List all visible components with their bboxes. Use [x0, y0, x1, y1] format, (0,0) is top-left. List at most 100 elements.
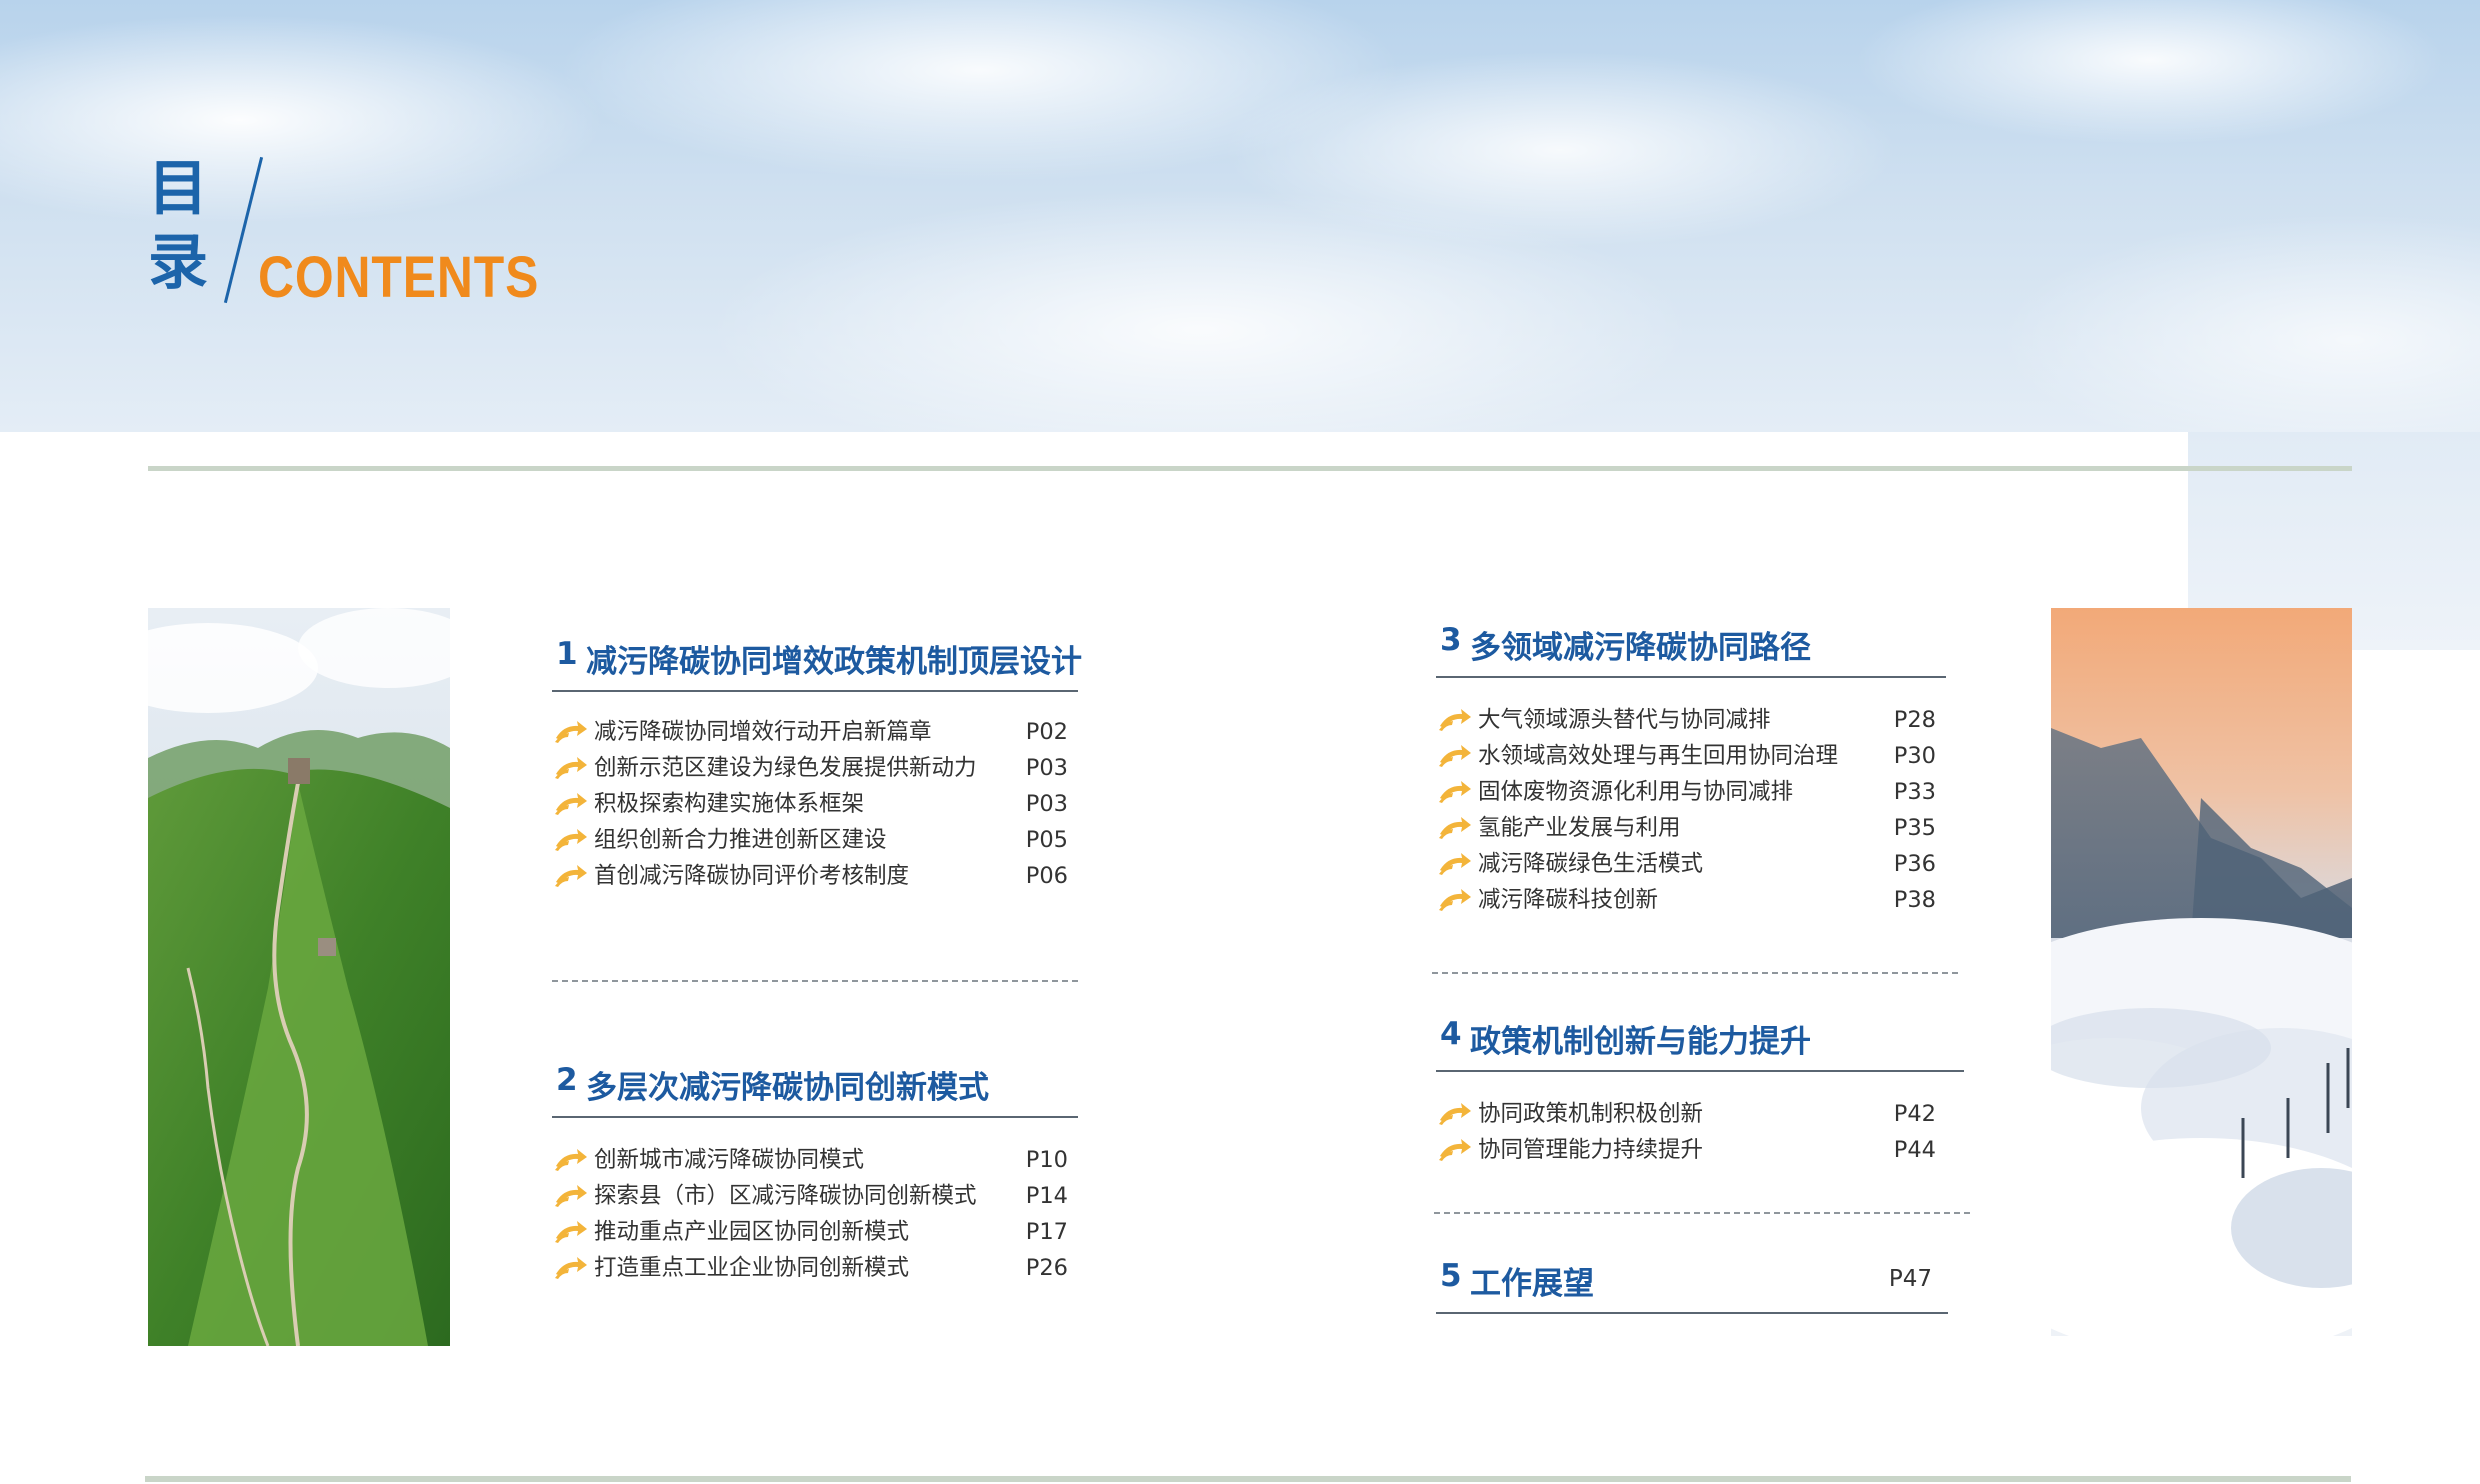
arrow-icon: [555, 829, 587, 851]
toc-section-2: 2 多层次减污降碳协同创新模式 创新城市减污降碳协同模式 P10 探索县（市）区减…: [552, 1056, 1078, 1286]
toc-item-label: 探索县（市）区减污降碳协同创新模式: [594, 1183, 977, 1209]
section-2-heading[interactable]: 2 多层次减污降碳协同创新模式: [552, 1056, 1078, 1118]
toc-item[interactable]: 打造重点工业企业协同创新模式 P26: [552, 1250, 1078, 1286]
arrow-icon: [1439, 709, 1471, 731]
toc-item[interactable]: 氢能产业发展与利用 P35: [1436, 810, 1946, 846]
arrow-icon: [1439, 889, 1471, 911]
toc-item[interactable]: 水领域高效处理与再生回用协同治理 P30: [1436, 738, 1946, 774]
toc-item-page: P28: [1893, 707, 1936, 733]
section-3-items: 大气领域源头替代与协同减排 P28 水领域高效处理与再生回用协同治理 P30 固体废…: [1436, 702, 1946, 918]
arrow-icon: [1439, 817, 1471, 839]
toc-item-page: P38: [1893, 887, 1936, 913]
sea-of-clouds-photo: [2051, 608, 2352, 1336]
section-5-number: 5: [1440, 1258, 1462, 1294]
section-3-title: 多领域减污降碳协同路径: [1470, 630, 1811, 666]
toc-item-page: P44: [1893, 1137, 1936, 1163]
toc-item-page: P35: [1893, 815, 1936, 841]
toc-item[interactable]: 探索县（市）区减污降碳协同创新模式 P14: [552, 1178, 1078, 1214]
toc-item-page: P03: [1025, 791, 1068, 817]
toc-item[interactable]: 积极探索构建实施体系框架 P03: [552, 786, 1078, 822]
arrow-icon: [555, 1185, 587, 1207]
toc-item-label: 减污降碳科技创新: [1478, 887, 1659, 913]
section-2-title: 多层次减污降碳协同创新模式: [586, 1070, 989, 1106]
toc-section-1: 1 减污降碳协同增效政策机制顶层设计 减污降碳协同增效行动开启新篇章 P02 创新…: [552, 630, 1082, 894]
toc-item-page: P06: [1025, 863, 1068, 889]
toc-item-label: 减污降碳绿色生活模式: [1478, 851, 1704, 877]
toc-item-page: P10: [1025, 1147, 1068, 1173]
toc-item-page: P17: [1025, 1219, 1068, 1245]
toc-item[interactable]: 固体废物资源化利用与协同减排 P33: [1436, 774, 1946, 810]
toc-item-page: P33: [1893, 779, 1936, 805]
toc-item[interactable]: 减污降碳绿色生活模式 P36: [1436, 846, 1946, 882]
arrow-icon: [555, 721, 587, 743]
bottom-rule: [145, 1476, 2351, 1482]
arrow-icon: [1439, 1139, 1471, 1161]
toc-item-label: 减污降碳协同增效行动开启新篇章: [594, 719, 932, 745]
arrow-icon: [555, 865, 587, 887]
toc-item-label: 组织创新合力推进创新区建设: [594, 827, 887, 853]
toc-section-4: 4 政策机制创新与能力提升 协同政策机制积极创新 P42 协同管理能力持续提升 P4…: [1436, 1010, 1964, 1168]
toc-item[interactable]: 协同管理能力持续提升 P44: [1436, 1132, 1946, 1168]
toc-item[interactable]: 大气领域源头替代与协同减排 P28: [1436, 702, 1946, 738]
mountain-ridge-image: [148, 608, 450, 1346]
toc-item-page: P26: [1025, 1255, 1068, 1281]
title-english: CONTENTS: [258, 245, 540, 310]
section-divider: [1434, 1212, 1970, 1214]
title-chinese: 目 录: [148, 152, 218, 300]
arrow-icon: [555, 793, 587, 815]
arrow-icon: [555, 1221, 587, 1243]
toc-item[interactable]: 减污降碳协同增效行动开启新篇章 P02: [552, 714, 1078, 750]
section-4-items: 协同政策机制积极创新 P42 协同管理能力持续提升 P44: [1436, 1096, 1946, 1168]
section-2-number: 2: [556, 1062, 578, 1098]
toc-item[interactable]: 协同政策机制积极创新 P42: [1436, 1096, 1946, 1132]
toc-item-page: P02: [1025, 719, 1068, 745]
toc-item-label: 推动重点产业园区协同创新模式: [594, 1219, 910, 1245]
toc-item-label: 协同管理能力持续提升: [1478, 1137, 1704, 1163]
toc-item[interactable]: 推动重点产业园区协同创新模式 P17: [552, 1214, 1078, 1250]
toc-item[interactable]: 首创减污降碳协同评价考核制度 P06: [552, 858, 1078, 894]
toc-item[interactable]: 组织创新合力推进创新区建设 P05: [552, 822, 1078, 858]
section-1-heading[interactable]: 1 减污降碳协同增效政策机制顶层设计: [552, 630, 1082, 692]
arrow-icon: [555, 1149, 587, 1171]
toc-item-label: 协同政策机制积极创新: [1478, 1101, 1704, 1127]
toc-item-label: 创新城市减污降碳协同模式: [594, 1147, 865, 1173]
mountain-ridge-photo: [148, 608, 450, 1346]
toc-item-label: 首创减污降碳协同评价考核制度: [594, 863, 910, 889]
toc-item-label: 打造重点工业企业协同创新模式: [594, 1255, 910, 1281]
section-1-title: 减污降碳协同增效政策机制顶层设计: [586, 644, 1082, 680]
section-3-number: 3: [1440, 622, 1462, 658]
section-3-heading[interactable]: 3 多领域减污降碳协同路径: [1436, 616, 1946, 678]
arrow-icon: [555, 757, 587, 779]
toc-item-page: P42: [1893, 1101, 1936, 1127]
section-divider: [552, 980, 1078, 982]
section-4-heading[interactable]: 4 政策机制创新与能力提升: [1436, 1010, 1964, 1072]
toc-item-label: 水领域高效处理与再生回用协同治理: [1478, 743, 1839, 769]
toc-item-page: P03: [1025, 755, 1068, 781]
toc-item-label: 创新示范区建设为绿色发展提供新动力: [594, 755, 977, 781]
toc-section-5: 5 工作展望 P47: [1436, 1252, 1948, 1314]
title-chinese-line1: 目: [148, 154, 208, 224]
toc-item[interactable]: 创新示范区建设为绿色发展提供新动力 P03: [552, 750, 1078, 786]
toc-section-3: 3 多领域减污降碳协同路径 大气领域源头替代与协同减排 P28 水领域高效处理与再…: [1436, 616, 1946, 918]
toc-item-page: P05: [1025, 827, 1068, 853]
section-1-number: 1: [556, 636, 578, 672]
sky-background: [0, 0, 2480, 432]
arrow-icon: [1439, 853, 1471, 875]
arrow-icon: [1439, 745, 1471, 767]
toc-item-label: 积极探索构建实施体系框架: [594, 791, 865, 817]
sea-of-clouds-image: [2051, 608, 2352, 1336]
arrow-icon: [1439, 781, 1471, 803]
toc-item[interactable]: 创新城市减污降碳协同模式 P10: [552, 1142, 1078, 1178]
toc-item[interactable]: 减污降碳科技创新 P38: [1436, 882, 1946, 918]
toc-item-label: 氢能产业发展与利用: [1478, 815, 1681, 841]
toc-item-page: P36: [1893, 851, 1936, 877]
section-5-title: 工作展望: [1470, 1266, 1594, 1302]
toc-item-label: 固体废物资源化利用与协同减排: [1478, 779, 1794, 805]
top-rule: [148, 466, 2352, 471]
section-divider: [1432, 972, 1958, 974]
section-1-items: 减污降碳协同增效行动开启新篇章 P02 创新示范区建设为绿色发展提供新动力 P03 …: [552, 714, 1078, 894]
toc-item-page: P14: [1025, 1183, 1068, 1209]
section-5-page: P47: [1888, 1266, 1932, 1292]
section-5-heading[interactable]: 5 工作展望 P47: [1436, 1252, 1948, 1314]
section-4-title: 政策机制创新与能力提升: [1470, 1024, 1811, 1060]
